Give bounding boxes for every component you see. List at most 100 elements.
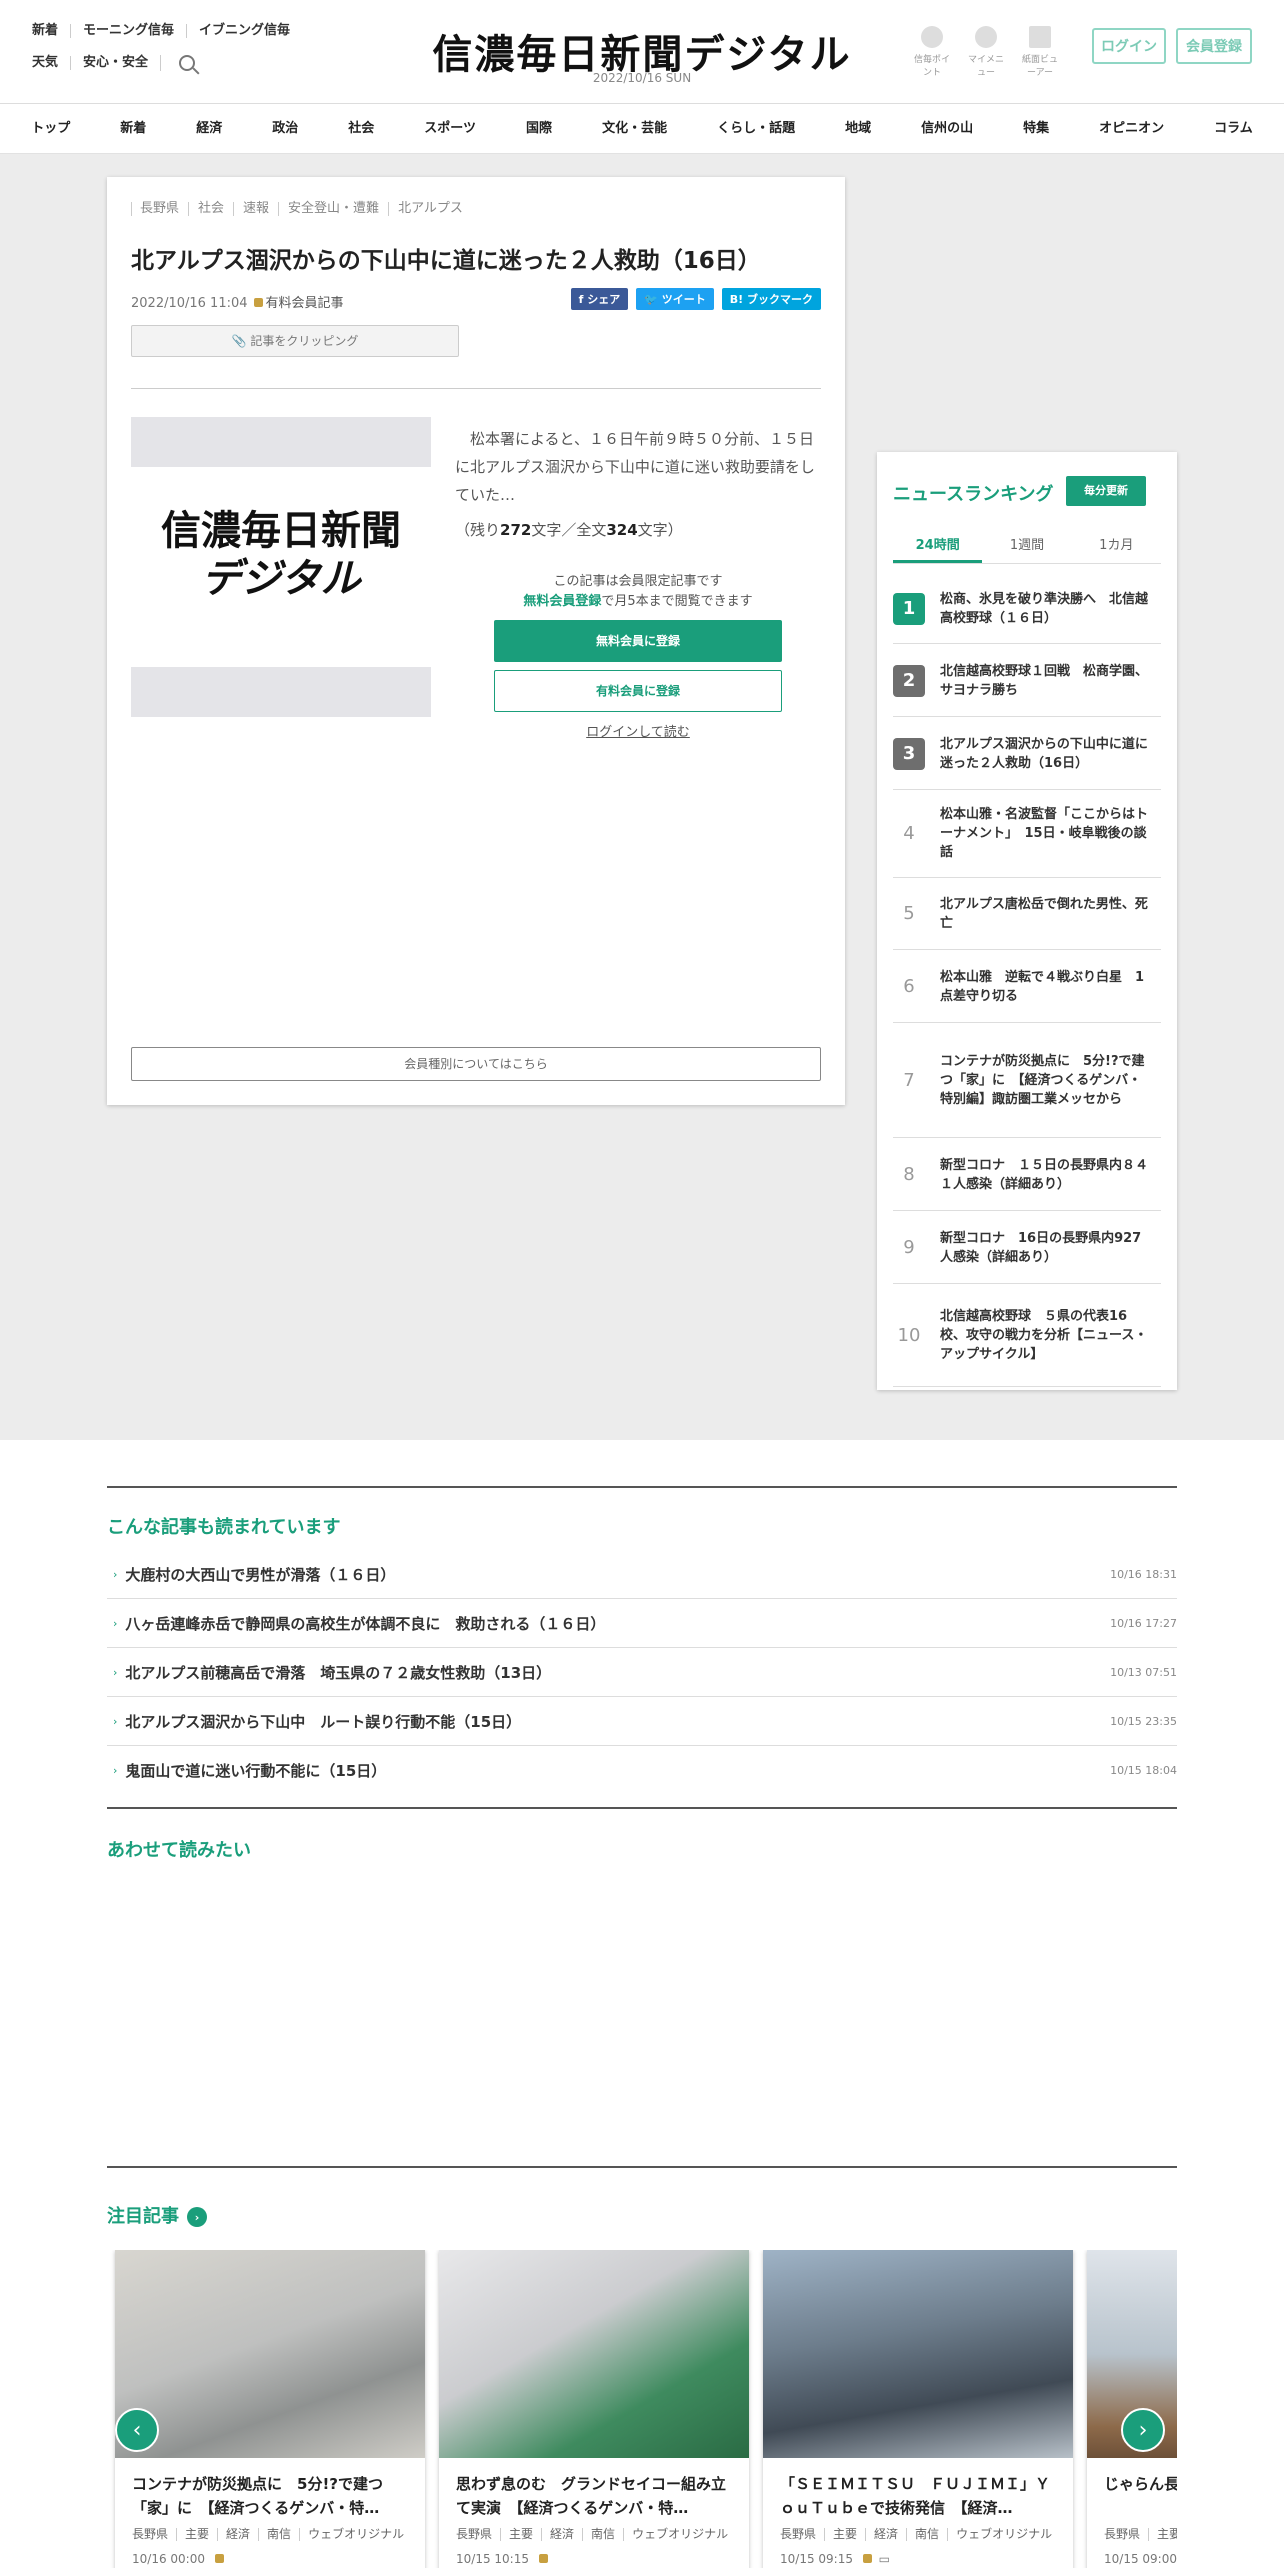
ranking-title: ニュースランキング [893, 484, 1054, 505]
ranking-item[interactable]: 6 松本山雅 逆転で４戦ぶり白星 1点差守り切る [893, 951, 1161, 1023]
related-item[interactable]: › 北アルプス涸沢から下山中 ルート誤り行動不能（15日） 10/15 23:35 [107, 1697, 1177, 1746]
tag[interactable]: 南信 [582, 2528, 623, 2541]
featured-card-tags: 長野県 主要 経済 南信 ウェブオリジナル [780, 2528, 1060, 2541]
nav-column[interactable]: コラム [1189, 104, 1278, 153]
ranking-item[interactable]: 1 松商、氷見を破り準決勝へ 北信越高校野球（１６日） [893, 574, 1161, 644]
featured-card-title: コンテナが防災拠点に 5分!?で建つ「家」に 【経済つくるゲンバ・特… [132, 2475, 383, 2517]
article-datetime: 2022/10/16 11:04 [131, 296, 248, 311]
main-nav: トップ 新着 経済 政治 社会 スポーツ 国際 文化・芸能 くらし・話題 地域 … [0, 104, 1284, 154]
points-button[interactable]: 信毎ポイント [910, 26, 954, 78]
breadcrumb-item[interactable]: 社会 [188, 202, 233, 216]
chevron-right-icon[interactable]: › [187, 2207, 207, 2227]
tag[interactable]: 南信 [906, 2528, 947, 2541]
tweet-button[interactable]: 🐦 ツイート [636, 288, 714, 310]
nav-economy[interactable]: 経済 [171, 104, 247, 153]
ranking-item[interactable]: 9 新型コロナ 16日の長野県内927人感染（詳細あり） [893, 1212, 1161, 1284]
tag[interactable]: 主要 [1148, 2528, 1177, 2541]
featured-carousel: コンテナが防災拠点に 5分!?で建つ「家」に 【経済つくるゲンバ・特… 長野県主… [107, 2250, 1177, 2568]
login-read-link[interactable]: ログインして読む [455, 721, 821, 740]
tag[interactable]: 主要 [176, 2528, 217, 2541]
tag[interactable]: 経済 [541, 2528, 582, 2541]
tag[interactable]: ウェブオリジナル [947, 2528, 1060, 2541]
clip-label: 記事をクリッピング [250, 334, 359, 348]
bookmark-button[interactable]: B! ブックマーク [721, 288, 821, 310]
featured-card[interactable]: 「ＳＥＩＭＩＴＳＵ ＦＵＪＩＭＩ」ＹｏｕＴｕｂｅで技術発信 【経済… 長野県 主要… [763, 2250, 1073, 2568]
nav-opinion[interactable]: オピニオン [1074, 104, 1189, 153]
tag[interactable]: ウェブオリジナル [623, 2528, 736, 2541]
nav-politics[interactable]: 政治 [247, 104, 323, 153]
tab-24h[interactable]: 24時間 [893, 532, 983, 563]
nav-region[interactable]: 地域 [820, 104, 896, 153]
date-text: 10/15 09:15 [780, 2552, 853, 2566]
ranking-item[interactable]: 5 北アルプス唐松岳で倒れた男性、死亡 [893, 878, 1161, 950]
breadcrumb: 長野県 社会 速報 安全登山・遭難 北アルプス [131, 202, 472, 216]
nav-culture[interactable]: 文化・芸能 [577, 104, 692, 153]
tag[interactable]: 長野県 [1104, 2528, 1148, 2541]
free-member-button[interactable]: 無料会員に登録 [494, 620, 782, 662]
tag[interactable]: 長野県 [456, 2528, 500, 2541]
nav-international[interactable]: 国際 [501, 104, 577, 153]
login-button[interactable]: ログイン [1092, 28, 1166, 64]
ranking-item-title: 新型コロナ １５日の長野県内８４１人感染（詳細あり） [940, 1157, 1149, 1192]
tag[interactable]: 主要 [500, 2528, 541, 2541]
tag[interactable]: 南信 [258, 2528, 299, 2541]
tag[interactable]: 主要 [824, 2528, 865, 2541]
nav-sports[interactable]: スポーツ [399, 104, 501, 153]
related-item[interactable]: › 八ヶ岳連峰赤岳で静岡県の高校生が体調不良に 救助される（１６日） 10/16 1… [107, 1599, 1177, 1648]
paid-member-button[interactable]: 有料会員に登録 [494, 670, 782, 712]
chevron-right-icon: › [113, 1764, 118, 1777]
related-item[interactable]: › 鬼面山で道に迷い行動不能に（15日） 10/15 18:04 [107, 1746, 1177, 1795]
related-item-date: 10/13 07:51 [1110, 1665, 1177, 1679]
image-placeholder [131, 667, 431, 717]
tag[interactable]: 経済 [217, 2528, 258, 2541]
member-label: 有料会員記事 [265, 296, 344, 311]
tag[interactable]: 経済 [865, 2528, 906, 2541]
tab-1month[interactable]: 1カ月 [1072, 532, 1161, 563]
free-register-link[interactable]: 無料会員登録 [523, 594, 601, 609]
mymenu-button[interactable]: マイメニュー [964, 26, 1008, 78]
ranking-item[interactable]: 3 北アルプス涸沢からの下山中に道に迷った２人救助（16日） [893, 718, 1161, 790]
article-lead: 松本署によると、１６日午前９時５０分前、１５日に北アルプス涸沢から下山中に道に迷… [455, 430, 815, 504]
facebook-share-button[interactable]: f シェア [570, 288, 629, 310]
member-type-button[interactable]: 会員種別についてはこちら [131, 1047, 821, 1081]
viewer-icon [1029, 26, 1051, 48]
register-button[interactable]: 会員登録 [1176, 28, 1252, 64]
breadcrumb-item[interactable]: 安全登山・遭難 [278, 202, 388, 216]
tab-1week[interactable]: 1週間 [982, 532, 1071, 563]
tag[interactable]: 長野県 [132, 2528, 176, 2541]
featured-card-date: 10/15 10:15 [456, 2552, 551, 2566]
featured-card[interactable]: 思わず息のむ グランドセイコー組み立て実演 【経済つくるゲンバ・特… 長野県 主要… [439, 2250, 749, 2568]
featured-card-image [115, 2250, 425, 2458]
nav-new[interactable]: 新着 [95, 104, 171, 153]
nav-features[interactable]: 特集 [998, 104, 1074, 153]
ranking-item[interactable]: 8 新型コロナ １５日の長野県内８４１人感染（詳細あり） [893, 1139, 1161, 1211]
ranking-tabs: 24時間 1週間 1カ月 [893, 532, 1161, 564]
nav-top[interactable]: トップ [6, 104, 95, 153]
related-item[interactable]: › 大鹿村の大西山で男性が滑落（１６日） 10/16 18:31 [107, 1550, 1177, 1599]
featured-card[interactable]: じゃらん長野県から 長野県主要 10/15 09:00 [1087, 2250, 1177, 2568]
carousel-next-button[interactable]: › [1121, 2408, 1165, 2452]
related-item[interactable]: › 北アルプス前穂高岳で滑落 埼玉県の７２歳女性救助（13日） 10/13 07:5… [107, 1648, 1177, 1697]
ranking-item[interactable]: 7 コンテナが防災拠点に 5分!?で建つ「家」に 【経済つくるゲンバ・特別編】諏訪… [893, 1024, 1161, 1138]
featured-card[interactable]: コンテナが防災拠点に 5分!?で建つ「家」に 【経済つくるゲンバ・特… 長野県主… [115, 2250, 425, 2568]
featured-card-image [439, 2250, 749, 2458]
nav-society[interactable]: 社会 [323, 104, 399, 153]
viewer-label: 紙面ビューアー [1021, 55, 1058, 78]
logo-line: デジタル [201, 555, 361, 602]
viewer-button[interactable]: 紙面ビューアー [1018, 26, 1062, 78]
breadcrumb-item[interactable]: 速報 [233, 202, 278, 216]
nav-life[interactable]: くらし・話題 [692, 104, 820, 153]
ranking-item-title: 松商、氷見を破り準決勝へ 北信越高校野球（１６日） [940, 591, 1149, 626]
ranking-item[interactable]: 2 北信越高校野球１回戦 松商学園、サヨナラ勝ち [893, 645, 1161, 717]
breadcrumb-item[interactable]: 北アルプス [388, 202, 472, 216]
breadcrumb-item[interactable]: 長野県 [131, 202, 188, 216]
ranking-item[interactable]: 4 松本山雅・名波監督「ここからはトーナメント」 15日・岐阜戦後の談話 [893, 790, 1161, 878]
section-divider [107, 1807, 1177, 1809]
tag[interactable]: 長野県 [780, 2528, 824, 2541]
tag[interactable]: ウェブオリジナル [299, 2528, 412, 2541]
ranking-item[interactable]: 10 北信越高校野球 ５県の代表16校、攻守の戦力を分析【ニュース・アップサイクル… [893, 1285, 1161, 1387]
clip-button[interactable]: 📎 記事をクリッピング [131, 325, 459, 357]
lock-icon [253, 298, 263, 307]
carousel-prev-button[interactable]: ‹ [115, 2408, 159, 2452]
nav-mountains[interactable]: 信州の山 [896, 104, 998, 153]
